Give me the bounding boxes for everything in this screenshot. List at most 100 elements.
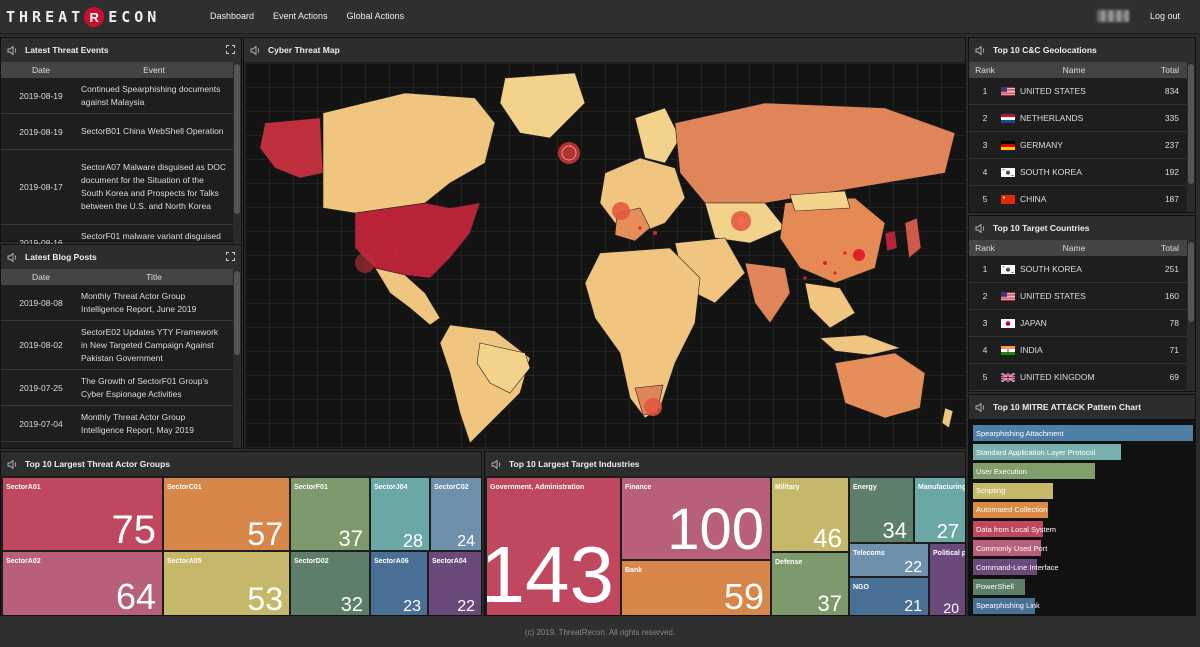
speaker-icon[interactable] <box>491 459 502 469</box>
country-name: SOUTH KOREA <box>1020 264 1082 274</box>
treemap-cell[interactable]: Finance 100 <box>621 477 771 560</box>
row-text[interactable]: The Growth of SectorF01 Group's Cyber Es… <box>81 375 233 401</box>
treemap-cell[interactable]: SectorJ04 28 <box>370 477 430 551</box>
treemap-cell-label: Government, Administration <box>490 484 585 491</box>
speaker-icon[interactable] <box>975 223 986 233</box>
attack-pattern-bar[interactable]: Standard Application Layer Protocol <box>973 444 1121 461</box>
treemap-cell[interactable]: SectorA06 23 <box>370 551 428 615</box>
treemap-cell-label: SectorA04 <box>432 558 467 565</box>
rank-row[interactable]: 4 SOUTH KOREA 192 <box>969 159 1187 186</box>
treemap-cell-label: SectorF01 <box>294 484 328 491</box>
attack-pattern-bar[interactable]: Scripting <box>973 482 1053 499</box>
rank-number: 1 <box>982 264 988 274</box>
treemap-cell[interactable]: SectorC01 57 <box>163 477 290 551</box>
attack-pattern-label: Commonly Used Port <box>976 543 1048 553</box>
rank-row[interactable]: 5 CHINA 187 <box>969 186 1187 212</box>
attack-pattern-bar[interactable]: Commonly Used Port <box>973 540 1047 557</box>
speaker-icon[interactable] <box>975 45 986 55</box>
nav-event-actions[interactable]: Event Actions <box>273 11 328 21</box>
rank-row[interactable]: 2 UNITED STATES 160 <box>969 283 1187 310</box>
country-name-cell: UNITED STATES <box>1001 291 1147 301</box>
event-row[interactable]: 2019-08-17 SectorA07 Malware disguised as… <box>1 150 233 225</box>
event-row[interactable]: 2019-08-19 Continued Spearphishing docume… <box>1 78 233 114</box>
nav-dashboard[interactable]: Dashboard <box>210 11 254 21</box>
attack-pattern-bar[interactable]: Command-Line Interface <box>973 559 1059 576</box>
treemap-cell[interactable]: Defense 37 <box>771 552 849 615</box>
region-india <box>744 262 791 324</box>
treemap-cell-value: 46 <box>813 523 842 552</box>
rank-number: 2 <box>982 113 988 123</box>
attack-pattern-label: Command-Line Interface <box>976 562 1059 572</box>
attack-pattern-bar[interactable]: Automated Collection <box>973 501 1048 518</box>
speaker-icon[interactable] <box>975 402 986 412</box>
blog-row[interactable]: 2019-08-08 Monthly Threat Actor Group Int… <box>1 285 233 321</box>
row-text[interactable]: Continued Spearphishing documents agains… <box>81 83 233 109</box>
treemap-cell[interactable]: SectorA05 53 <box>163 551 290 615</box>
nav-global-actions[interactable]: Global Actions <box>347 11 405 21</box>
treemap-cell[interactable]: SectorF01 37 <box>290 477 370 551</box>
treemap-cell-value: 57 <box>247 516 283 551</box>
blog-row[interactable]: 2019-07-04 Monthly Threat Actor Group Int… <box>1 406 233 442</box>
event-row[interactable]: 2019-08-19 SectorB01 China WebShell Opera… <box>1 114 233 150</box>
blog-row[interactable]: 2019-08-02 SectorE02 Updates YTY Framewor… <box>1 321 233 370</box>
rank-number: 2 <box>982 291 988 301</box>
treemap-cell-value: 59 <box>723 576 764 616</box>
treemap-cell-label: NGO <box>853 584 869 591</box>
treemap-cell[interactable]: SectorD02 32 <box>290 551 370 615</box>
rank-row[interactable]: 5 UNITED KINGDOM 69 <box>969 364 1187 391</box>
attack-pattern-bar[interactable]: Spearphishing Attachment <box>973 425 1193 441</box>
blog-row[interactable]: 2019-07-25 The Growth of SectorF01 Group'… <box>1 370 233 406</box>
region-australia <box>834 352 926 419</box>
treemap-cell[interactable]: Telecoms 22 <box>849 543 929 577</box>
treemap-cell[interactable]: SectorA02 64 <box>2 551 163 615</box>
speaker-icon[interactable] <box>7 252 18 262</box>
rank-row[interactable]: 2 NETHERLANDS 335 <box>969 105 1187 132</box>
rank-row[interactable]: 3 JAPAN 78 <box>969 310 1187 337</box>
attack-pattern-label: Scripting <box>976 486 1006 496</box>
row-text[interactable]: Monthly Threat Actor Group Intelligence … <box>81 411 233 437</box>
row-text[interactable]: SectorA07 Malware disguised as DOC docum… <box>81 161 233 213</box>
scrollbar-thumb[interactable] <box>234 64 240 214</box>
row-text[interactable]: Monthly Threat Actor Group Intelligence … <box>81 290 233 316</box>
country-name-cell: JAPAN <box>1001 318 1147 328</box>
treemap-cell[interactable]: Manufacturing 27 <box>914 477 965 543</box>
expand-icon[interactable] <box>226 252 235 261</box>
attack-pattern-bar[interactable]: Spearphishing Link <box>973 597 1040 614</box>
rank-row[interactable]: 3 GERMANY 237 <box>969 132 1187 159</box>
logout-link[interactable]: Log out <box>1150 11 1180 21</box>
target-industries-panel: Top 10 Largest Target Industries Governm… <box>484 451 966 616</box>
rank-row[interactable]: 1 UNITED STATES 834 <box>969 78 1187 105</box>
expand-icon[interactable] <box>226 45 235 54</box>
blog-row[interactable]: SectorC08: Multi-Layered SFX in <box>1 442 233 448</box>
treemap-cell[interactable]: Bank 59 <box>621 560 771 616</box>
threatrecon-logo[interactable]: THREAT R ECON <box>6 7 160 27</box>
rank-row[interactable]: 4 INDIA 71 <box>969 337 1187 364</box>
scrollbar-thumb[interactable] <box>1188 242 1194 322</box>
treemap-cell[interactable]: Energy 34 <box>849 477 914 543</box>
attack-pattern-bar[interactable]: Data from Local System <box>973 521 1056 537</box>
scrollbar-thumb[interactable] <box>234 271 240 355</box>
speaker-icon[interactable] <box>7 459 18 469</box>
country-total: 237 <box>1164 140 1179 150</box>
treemap-cell[interactable]: Political pa 20 <box>929 543 965 615</box>
attack-pattern-bar[interactable]: PowerShell <box>973 578 1025 595</box>
treemap-cell[interactable]: Military 46 <box>771 477 849 552</box>
treemap-cell[interactable]: SectorA01 75 <box>2 477 163 551</box>
speaker-icon[interactable] <box>7 45 18 55</box>
treemap-cell[interactable]: SectorA04 22 <box>428 551 481 615</box>
treemap-cell[interactable]: SectorC02 24 <box>430 477 481 551</box>
treemap-cell[interactable]: Government, Administration 143 <box>486 477 621 615</box>
cc-geolocation-list: 1 UNITED STATES 834 2 NETHERLANDS 335 3 GERMANY… <box>969 78 1187 212</box>
rank-row[interactable]: 1 SOUTH KOREA 251 <box>969 256 1187 283</box>
row-text[interactable]: SectorE02 Updates YTY Framework in New T… <box>81 326 233 365</box>
speaker-icon[interactable] <box>250 45 261 55</box>
panel-header: Top 10 Largest Threat Actor Groups <box>1 452 481 476</box>
world-map[interactable] <box>245 63 965 449</box>
target-country-list: 1 SOUTH KOREA 251 2 UNITED STATES 160 3 JAPAN 78… <box>969 256 1187 391</box>
country-total: 160 <box>1164 291 1179 301</box>
scrollbar-thumb[interactable] <box>1188 64 1194 184</box>
treemap-cell[interactable]: NGO 21 <box>849 577 929 615</box>
country-total: 69 <box>1169 372 1179 382</box>
attack-pattern-bar[interactable]: User Execution <box>973 463 1095 480</box>
row-text[interactable]: SectorB01 China WebShell Operation <box>81 125 233 138</box>
